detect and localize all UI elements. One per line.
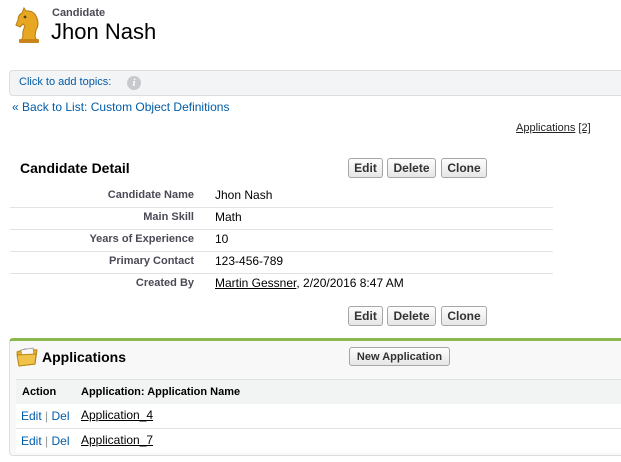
field-value: Jhon Nash <box>215 188 273 202</box>
back-chevron: « <box>12 100 19 114</box>
row-actions: Edit | Del <box>21 434 70 448</box>
clone-button-bottom[interactable]: Clone <box>441 306 487 326</box>
table-row: Edit | Del Application_7 <box>16 429 621 453</box>
info-icon[interactable]: i <box>127 76 141 90</box>
delete-link[interactable]: Del <box>52 434 70 448</box>
related-list-hover-link[interactable]: Applications [2] <box>516 122 591 134</box>
field-row-created-by: Created By Martin Gessner, 2/20/2016 8:4… <box>10 273 553 295</box>
application-name-link[interactable]: Application_7 <box>81 433 153 447</box>
delete-button-top[interactable]: Delete <box>387 158 436 178</box>
edit-button-top[interactable]: Edit <box>348 158 383 178</box>
column-header-action: Action <box>22 386 57 398</box>
created-by-user-link[interactable]: Martin Gessner <box>215 276 296 290</box>
edit-button-bottom[interactable]: Edit <box>348 306 383 326</box>
row-actions: Edit | Del <box>21 409 70 423</box>
field-value: Math <box>215 210 242 224</box>
applications-icon <box>15 346 39 368</box>
table-header: Action Application: Application Name <box>16 379 621 405</box>
action-separator: | <box>45 409 49 423</box>
field-label: Years of Experience <box>89 233 194 245</box>
created-timestamp: , 2/20/2016 8:47 AM <box>296 276 404 290</box>
clone-button-top[interactable]: Clone <box>441 158 487 178</box>
field-label: Main Skill <box>143 211 194 223</box>
field-value: 10 <box>215 232 229 246</box>
topics-bar[interactable]: Click to add topics: i <box>9 70 621 96</box>
delete-link[interactable]: Del <box>52 409 70 423</box>
related-link-label[interactable]: Applications <box>516 122 575 134</box>
field-row-years-experience: Years of Experience 10 <box>10 229 553 252</box>
field-value: 123-456-789 <box>215 254 284 268</box>
field-row-candidate-name: Candidate Name Jhon Nash <box>10 185 553 208</box>
object-icon <box>12 6 46 44</box>
application-name-link[interactable]: Application_4 <box>81 408 153 422</box>
action-separator: | <box>45 434 49 448</box>
field-label: Candidate Name <box>107 189 194 201</box>
table-row: Edit | Del Application_4 <box>16 404 621 429</box>
page-title: Jhon Nash <box>51 19 157 44</box>
delete-button-bottom[interactable]: Delete <box>387 306 436 326</box>
related-link-count: [2] <box>578 122 591 134</box>
field-row-main-skill: Main Skill Math <box>10 207 553 230</box>
created-by-value: Martin Gessner, 2/20/2016 8:47 AM <box>215 276 404 290</box>
field-label: Primary Contact <box>109 255 194 267</box>
field-row-primary-contact: Primary Contact 123-456-789 <box>10 251 553 274</box>
topics-label[interactable]: Click to add topics: <box>19 76 111 88</box>
back-to-list-link[interactable]: Back to List: Custom Object Definitions <box>22 100 229 114</box>
applications-related-list: Applications New Application Action Appl… <box>9 338 621 456</box>
field-label: Created By <box>135 277 194 289</box>
object-type-label: Candidate <box>52 7 106 19</box>
applications-title: Applications <box>42 349 127 365</box>
edit-link[interactable]: Edit <box>21 434 42 448</box>
column-header-name: Application: Application Name <box>81 386 241 398</box>
edit-link[interactable]: Edit <box>21 409 42 423</box>
new-application-button[interactable]: New Application <box>349 347 450 366</box>
detail-title: Candidate Detail <box>20 160 130 176</box>
breadcrumb: « Back to List: Custom Object Definition… <box>12 100 229 114</box>
